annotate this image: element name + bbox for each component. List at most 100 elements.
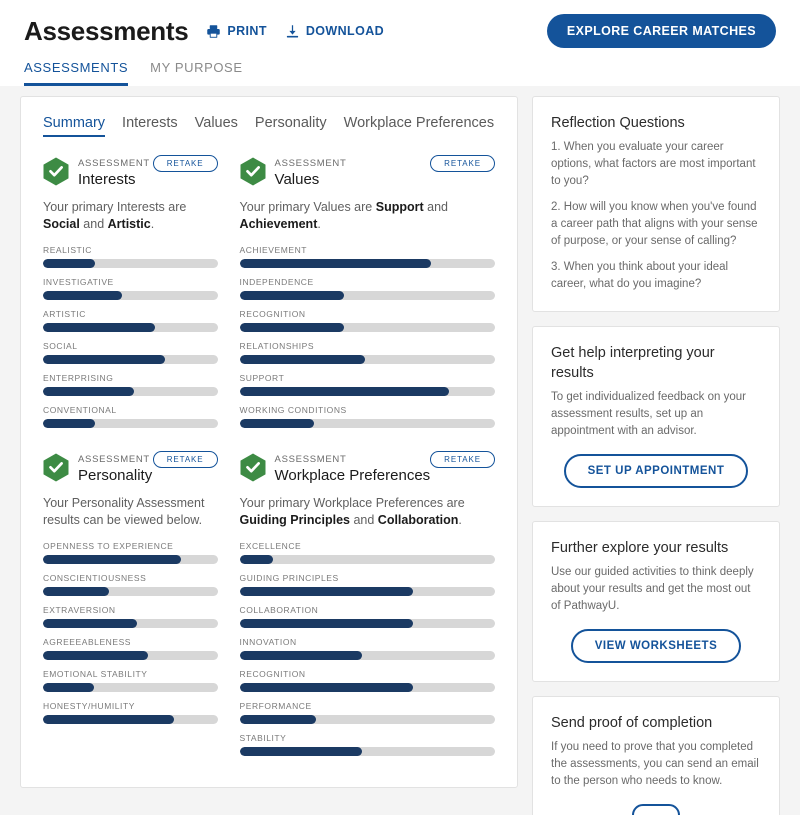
bar-row: EMOTIONAL STABILITY [43,669,218,692]
bar-track [43,651,218,660]
bar-track [239,587,495,596]
set-up-appointment-button[interactable]: SET UP APPOINTMENT [563,454,749,488]
bar-row: RECOGNITION [239,309,495,332]
bar-label: GUIDING PRINCIPLES [239,573,339,583]
bar-fill [43,419,96,428]
bar-fill [239,555,273,564]
assessment-description: Your primary Interests are Social and Ar… [43,200,187,231]
bar-track [43,619,218,628]
assessments-summary-card: Summary Interests Values Personality Wor… [20,96,518,788]
tab-assessments[interactable]: ASSESSMENTS [24,60,129,86]
bar-row: INDEPENDENCE [239,277,495,300]
assessment-header: ASSESSMENT Personality RETAKE [43,449,218,485]
bar-track [43,715,218,724]
bar-track [239,747,495,756]
bar-fill [43,323,155,332]
bar-label: RECOGNITION [239,669,306,679]
bar-row: STABILITY [239,733,495,756]
bar-track [239,259,495,268]
download-button[interactable]: DOWNLOAD [285,24,384,39]
assessment-name: Interests [78,171,136,188]
bar-label: COLLABORATION [239,605,319,615]
get-help-title: Get help interpreting your results [551,345,715,381]
send-proof-title: Send proof of completion [551,715,713,731]
bar-track [43,323,218,332]
bar-label: REALISTIC [43,245,92,255]
bar-row: SUPPORT [239,373,495,396]
assessment-header: ASSESSMENT Interests RETAKE [43,153,218,189]
bar-label: RECOGNITION [239,309,306,319]
retake-button[interactable]: RETAKE [430,155,495,172]
send-proof-button[interactable] [632,804,680,815]
tab-values[interactable]: Values [195,115,238,137]
bar-label: EMOTIONAL STABILITY [43,669,148,679]
bar-label: PERFORMANCE [239,701,312,711]
view-worksheets-button[interactable]: VIEW WORKSHEETS [570,629,742,663]
assessment-title-group: ASSESSMENT Values [275,153,431,189]
retake-button[interactable]: RETAKE [152,451,218,468]
assessment-name: Personality [78,467,153,484]
tab-summary[interactable]: Summary [43,115,106,137]
bar-label: ENTERPRISING [43,373,114,383]
bar-label: EXCELLENCE [239,541,302,551]
reflection-question-2: 2. How will you know when you've found a… [551,201,758,247]
bar-label: CONVENTIONAL [43,405,117,415]
explore-career-matches-button[interactable]: EXPLORE CAREER MATCHES [546,14,776,48]
assessment-bars: EXCELLENCE GUIDING PRINCIPLES COLLABORAT… [239,541,495,756]
bar-fill [43,619,138,628]
bar-fill [43,355,166,364]
bar-row: INNOVATION [239,637,495,660]
bar-track [43,259,218,268]
bar-fill [239,355,365,364]
bar-row: EXTRAVERSION [43,605,218,628]
tab-interests[interactable]: Interests [122,115,178,137]
bar-fill [43,587,110,596]
reflection-question-1: 1. When you evaluate your career options… [551,141,756,187]
bar-fill [43,651,148,660]
assessment-title-group: ASSESSMENT Personality [78,449,153,485]
assessment-description: Your primary Workplace Preferences are G… [239,496,465,527]
check-hexagon-icon [43,453,69,482]
assessment-title-group: ASSESSMENT Workplace Preferences [275,449,431,485]
bar-row: ACHIEVEMENT [239,245,495,268]
assessment-block-personality: ASSESSMENT Personality RETAKE Your Perso… [43,449,218,765]
assessment-description: Your primary Values are Support and Achi… [239,200,448,231]
bar-fill [43,387,134,396]
tab-personality[interactable]: Personality [255,115,327,137]
check-hexagon-icon [240,157,266,186]
check-hexagon-icon [43,157,69,186]
assessment-block-interests: ASSESSMENT Interests RETAKE Your primary… [43,153,218,437]
bar-label: STABILITY [239,733,287,743]
bar-fill [239,387,450,396]
bar-track [239,387,495,396]
retake-button[interactable]: RETAKE [430,451,495,468]
print-button[interactable]: PRINT [206,24,267,39]
bar-label: SOCIAL [43,341,78,351]
tab-my-purpose[interactable]: MY PURPOSE [150,60,242,86]
bar-row: COLLABORATION [239,605,495,628]
bar-track [43,683,218,692]
reflection-title: Reflection Questions [551,115,685,131]
send-proof-card: Send proof of completion If you need to … [532,696,780,815]
bar-label: AGREEEABLENESS [43,637,132,647]
printer-icon [206,24,221,39]
assessment-kicker: ASSESSMENT [274,158,347,169]
bar-label: INVESTIGATIVE [43,277,114,287]
tab-workplace-preferences[interactable]: Workplace Preferences [344,115,494,137]
sidebar: Reflection Questions 1. When you evaluat… [532,96,780,815]
bar-label: OPENNESS TO EXPERIENCE [43,541,174,551]
main-tabbar: ASSESSMENTS MY PURPOSE [0,48,800,86]
assessment-bars: ACHIEVEMENT INDEPENDENCE RECOGNITION REL… [239,245,495,428]
bar-row: RELATIONSHIPS [239,341,495,364]
further-explore-body: Use our guided activities to think deepl… [551,566,754,612]
reflection-question-3: 3. When you think about your ideal caree… [551,261,729,290]
bar-track [43,291,218,300]
assessment-kicker: ASSESSMENT [78,158,150,169]
bar-row: ENTERPRISING [43,373,218,396]
retake-button[interactable]: RETAKE [152,155,218,172]
bar-label: WORKING CONDITIONS [239,405,347,415]
bar-fill [43,683,94,692]
bar-track [239,555,495,564]
bar-track [43,555,218,564]
bar-track [239,619,495,628]
